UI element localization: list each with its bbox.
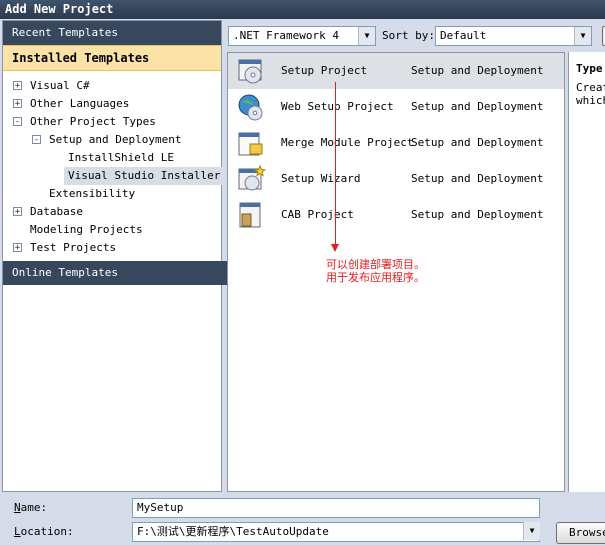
- template-name: Setup Wizard: [281, 172, 361, 185]
- template-row[interactable]: Setup Project Setup and Deployment: [228, 53, 564, 89]
- location-label-rest: ocation:: [20, 525, 74, 538]
- tree-item[interactable]: + Visual C#: [3, 77, 221, 95]
- template-category: Setup and Deployment: [411, 64, 544, 77]
- tree-item[interactable]: InstallShield LE: [3, 149, 221, 167]
- recent-templates-header[interactable]: Recent Templates: [3, 21, 221, 45]
- collapse-icon[interactable]: -: [32, 135, 41, 145]
- template-tree: + Visual C# + Other Languages - Other Project…: [3, 71, 225, 257]
- name-label: Name:: [14, 498, 47, 518]
- annotation-text: 可以创建部署项目。 用于发布应用程序。: [326, 258, 425, 284]
- expand-icon[interactable]: +: [13, 207, 22, 217]
- template-categories-pane: Recent Templates Installed Templates + Vi…: [2, 20, 230, 492]
- template-row[interactable]: Web Setup Project Setup and Deployment: [228, 89, 564, 125]
- tree-item-label: Other Project Types: [30, 115, 156, 128]
- tree-item-label: Database: [30, 205, 83, 218]
- tree-item-label: Test Projects: [30, 241, 117, 254]
- expand-icon[interactable]: +: [13, 243, 22, 253]
- template-row[interactable]: CAB Project Setup and Deployment: [228, 197, 564, 233]
- name-label-rest: ame:: [20, 501, 48, 514]
- tree-item[interactable]: Extensibility: [3, 185, 221, 203]
- info-type-label: Type: [576, 62, 603, 75]
- template-category: Setup and Deployment: [411, 208, 544, 221]
- cab-project-icon: [236, 200, 266, 230]
- template-row[interactable]: Setup Wizard Setup and Deployment: [228, 161, 564, 197]
- template-name: Setup Project: [281, 64, 368, 77]
- name-label-accesskey: N: [14, 501, 21, 514]
- location-value: F:\测试\更新程序\TestAutoUpdate: [137, 525, 329, 538]
- tree-item-label: Visual Studio Installer: [64, 167, 225, 185]
- template-category: Setup and Deployment: [411, 100, 544, 113]
- location-field[interactable]: F:\测试\更新程序\TestAutoUpdate ▼: [132, 522, 540, 542]
- tree-item[interactable]: + Database: [3, 203, 221, 221]
- expand-icon[interactable]: +: [13, 81, 22, 91]
- template-row[interactable]: Merge Module Project Setup and Deployment: [228, 125, 564, 161]
- project-details-form: Name: MySetup Location: F:\测试\更新程序\TestA…: [0, 494, 605, 545]
- info-description: Creat which: [576, 81, 605, 107]
- tree-item[interactable]: + Test Projects: [3, 239, 221, 257]
- tree-item[interactable]: - Other Project Types: [3, 113, 221, 131]
- template-category: Setup and Deployment: [411, 172, 544, 185]
- tree-item-label: Setup and Deployment: [49, 133, 182, 146]
- collapse-icon[interactable]: -: [13, 117, 22, 127]
- list-toolbar: .NET Framework 4 ▼ Sort by: Default ▼: [228, 26, 605, 48]
- setup-wizard-icon: [236, 164, 267, 194]
- merge-module-icon: [236, 128, 266, 158]
- template-info-pane: Type Creat which: [568, 52, 605, 492]
- expand-icon[interactable]: +: [13, 99, 22, 109]
- setup-project-icon: [236, 56, 266, 86]
- tree-item-label: Visual C#: [30, 79, 90, 92]
- tree-item-label: InstallShield LE: [68, 151, 174, 164]
- chevron-down-icon[interactable]: ▼: [574, 27, 591, 45]
- template-name: CAB Project: [281, 208, 354, 221]
- browse-button[interactable]: Browse: [556, 522, 605, 544]
- template-category: Setup and Deployment: [411, 136, 544, 149]
- sort-select[interactable]: Default ▼: [435, 26, 592, 46]
- location-label-accesskey: L: [14, 525, 21, 538]
- sort-by-label: Sort by:: [382, 29, 435, 42]
- chevron-down-icon[interactable]: ▼: [358, 27, 375, 45]
- annotation-arrow-head: [331, 244, 339, 252]
- tree-item[interactable]: - Setup and Deployment: [3, 131, 221, 149]
- web-setup-icon: [236, 92, 266, 122]
- window-title: Add New Project: [0, 0, 605, 19]
- name-field[interactable]: MySetup: [132, 498, 540, 518]
- annotation-line-1: 可以创建部署项目。: [326, 258, 425, 271]
- installed-templates-header[interactable]: Installed Templates: [3, 45, 221, 71]
- location-label: Location:: [14, 522, 74, 542]
- template-name: Web Setup Project: [281, 100, 394, 113]
- sort-select-value: Default: [440, 29, 487, 42]
- tree-item[interactable]: Modeling Projects: [3, 221, 221, 239]
- info-desc-line-2: which: [576, 94, 605, 107]
- tree-item[interactable]: + Other Languages: [3, 95, 221, 113]
- tree-item-label: Modeling Projects: [30, 223, 143, 236]
- template-name: Merge Module Project: [281, 136, 414, 149]
- tree-item-label: Other Languages: [30, 97, 130, 110]
- framework-select-value: .NET Framework 4: [233, 29, 339, 42]
- framework-select[interactable]: .NET Framework 4 ▼: [228, 26, 376, 46]
- chevron-down-icon[interactable]: ▼: [523, 522, 540, 540]
- annotation-arrow-line: [335, 82, 336, 250]
- tree-item[interactable]: Visual Studio Installer: [3, 167, 225, 185]
- annotation-line-2: 用于发布应用程序。: [326, 271, 425, 284]
- online-templates-header[interactable]: Online Templates: [3, 261, 230, 285]
- tree-item-label: Extensibility: [49, 187, 136, 200]
- info-desc-line-1: Creat: [576, 81, 605, 94]
